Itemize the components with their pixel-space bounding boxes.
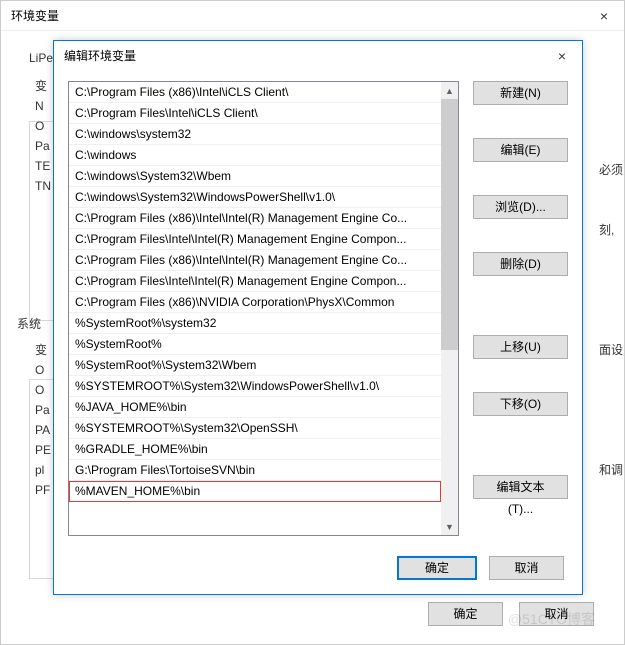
system-label-frag: 系统 bbox=[17, 315, 41, 332]
path-list-item[interactable]: C:\Program Files (x86)\NVIDIA Corporatio… bbox=[69, 292, 441, 313]
path-list-item[interactable]: %SYSTEMROOT%\System32\OpenSSH\ bbox=[69, 418, 441, 439]
path-list-item[interactable]: %SystemRoot% bbox=[69, 334, 441, 355]
inner-ok-button[interactable]: 确定 bbox=[397, 556, 477, 580]
path-list-item[interactable]: %SystemRoot%\System32\Wbem bbox=[69, 355, 441, 376]
user-label-frag: LiPe bbox=[29, 51, 53, 65]
scrollbar[interactable]: ▲ ▼ bbox=[441, 82, 458, 535]
col2-frag: PA bbox=[35, 421, 50, 439]
col2-frag: Pa bbox=[35, 401, 50, 419]
outer-close-button[interactable]: × bbox=[584, 1, 624, 31]
col2-frag: 变 bbox=[35, 341, 47, 359]
outer-cancel-button[interactable]: 取消 bbox=[519, 602, 594, 626]
edit-env-var-dialog: 编辑环境变量 × C:\Program Files (x86)\Intel\iC… bbox=[53, 40, 583, 595]
right-text-frags: 必须 刻, 面设 和调 bbox=[594, 121, 624, 521]
path-list-item[interactable]: C:\windows\system32 bbox=[69, 124, 441, 145]
path-list-item[interactable]: C:\Program Files\Intel\Intel(R) Manageme… bbox=[69, 271, 441, 292]
inner-title-text: 编辑环境变量 bbox=[64, 41, 136, 71]
edit-button[interactable]: 编辑(E) bbox=[473, 138, 568, 162]
path-listbox[interactable]: C:\Program Files (x86)\Intel\iCLS Client… bbox=[68, 81, 459, 536]
inner-close-button[interactable]: × bbox=[542, 41, 582, 71]
path-list-item[interactable]: C:\Program Files (x86)\Intel\Intel(R) Ma… bbox=[69, 208, 441, 229]
col2-frag: O bbox=[35, 361, 44, 379]
path-list-item[interactable]: C:\Program Files\Intel\iCLS Client\ bbox=[69, 103, 441, 124]
right-frag-text: 刻, bbox=[599, 221, 614, 238]
path-list-item[interactable]: C:\windows bbox=[69, 145, 441, 166]
scroll-track[interactable] bbox=[441, 99, 458, 518]
path-list-item[interactable]: C:\windows\System32\Wbem bbox=[69, 166, 441, 187]
outer-button-row: 确定 取消 bbox=[428, 602, 594, 626]
inner-titlebar: 编辑环境变量 × bbox=[54, 41, 582, 71]
right-frag-text: 面设 bbox=[599, 341, 623, 358]
path-list-item[interactable]: %MAVEN_HOME%\bin bbox=[69, 481, 441, 502]
col2-frag: PF bbox=[35, 481, 50, 499]
moveup-button[interactable]: 上移(U) bbox=[473, 335, 568, 359]
side-button-column: 新建(N) 编辑(E) 浏览(D)... 删除(D) 上移(U) 下移(O) 编… bbox=[473, 81, 568, 536]
col2-frag: pl bbox=[35, 461, 44, 479]
col-frag: TN bbox=[35, 177, 51, 195]
inner-cancel-button[interactable]: 取消 bbox=[489, 556, 564, 580]
path-list-item[interactable]: G:\Program Files\TortoiseSVN\bin bbox=[69, 460, 441, 481]
outer-titlebar: 环境变量 × bbox=[1, 1, 624, 31]
outer-title-text: 环境变量 bbox=[11, 1, 59, 31]
browse-button[interactable]: 浏览(D)... bbox=[473, 195, 568, 219]
col-frag: O bbox=[35, 117, 44, 135]
path-list-item[interactable]: C:\windows\System32\WindowsPowerShell\v1… bbox=[69, 187, 441, 208]
right-frag-text: 和调 bbox=[599, 461, 623, 478]
right-frag-text: 必须 bbox=[599, 161, 623, 178]
path-list-item[interactable]: C:\Program Files (x86)\Intel\iCLS Client… bbox=[69, 82, 441, 103]
path-list-item[interactable]: %SYSTEMROOT%\System32\WindowsPowerShell\… bbox=[69, 376, 441, 397]
path-list-item[interactable]: C:\Program Files\Intel\Intel(R) Manageme… bbox=[69, 229, 441, 250]
scroll-thumb[interactable] bbox=[441, 99, 458, 350]
path-list-item[interactable]: %JAVA_HOME%\bin bbox=[69, 397, 441, 418]
delete-button[interactable]: 删除(D) bbox=[473, 252, 568, 276]
col-frag: N bbox=[35, 97, 44, 115]
outer-ok-button[interactable]: 确定 bbox=[428, 602, 503, 626]
inner-button-row: 确定 取消 bbox=[397, 556, 564, 580]
col-frag: Pa bbox=[35, 137, 50, 155]
edittext-button[interactable]: 编辑文本(T)... bbox=[473, 475, 568, 499]
scroll-up-button[interactable]: ▲ bbox=[441, 82, 458, 99]
col-frag: 变 bbox=[35, 77, 47, 95]
scroll-down-button[interactable]: ▼ bbox=[441, 518, 458, 535]
col2-frag: PE bbox=[35, 441, 51, 459]
col2-frag: O bbox=[35, 381, 44, 399]
new-button[interactable]: 新建(N) bbox=[473, 81, 568, 105]
path-list-item[interactable]: %GRADLE_HOME%\bin bbox=[69, 439, 441, 460]
col-frag: TE bbox=[35, 157, 50, 175]
movedown-button[interactable]: 下移(O) bbox=[473, 392, 568, 416]
path-list-item[interactable]: %SystemRoot%\system32 bbox=[69, 313, 441, 334]
path-list-item[interactable]: C:\Program Files (x86)\Intel\Intel(R) Ma… bbox=[69, 250, 441, 271]
